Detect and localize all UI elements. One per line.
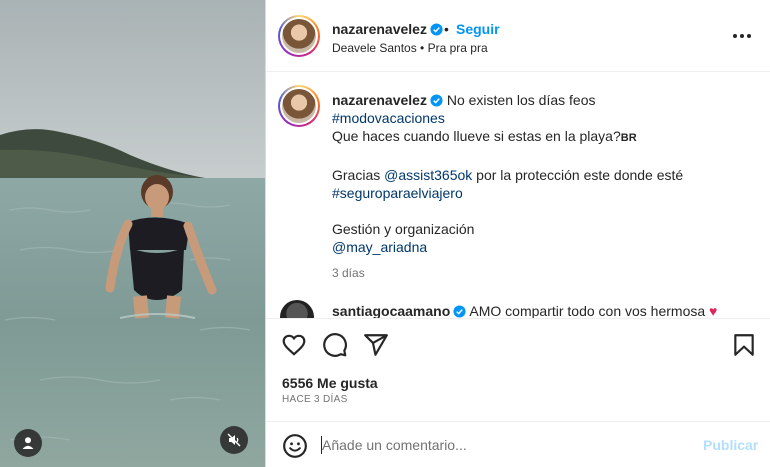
action-bar: [266, 318, 770, 368]
author-username[interactable]: nazarenavelez: [332, 21, 443, 37]
caption-author-avatar[interactable]: [278, 85, 320, 127]
post-details-panel: nazarenavelez • Seguir Deavele Santos • …: [265, 0, 770, 467]
heart-icon[interactable]: [281, 332, 307, 358]
caption-username[interactable]: nazarenavelez: [332, 92, 427, 108]
post-timestamp[interactable]: HACE 3 DÍAS: [282, 394, 348, 405]
beach-video-frame: [0, 0, 265, 467]
emoji-icon[interactable]: [282, 433, 308, 459]
verified-badge-icon: [430, 94, 443, 107]
post-comment-button[interactable]: Publicar: [703, 437, 758, 453]
caption-timestamp[interactable]: 3 días: [332, 264, 752, 282]
comment-item: santiagocaamano AMO compartir todo con v…: [332, 303, 762, 318]
hashtag-link[interactable]: #modovacaciones: [332, 110, 445, 126]
caption-line-1: No existen los días feos: [446, 92, 596, 108]
caption-thanks-suffix: por la protección este donde esté: [476, 166, 684, 183]
follow-button[interactable]: Seguir: [456, 21, 500, 37]
brazil-flag-emoji: BR: [620, 132, 637, 145]
heart-emoji: ♥: [709, 303, 718, 318]
bookmark-icon[interactable]: [731, 332, 757, 358]
comment-composer: Publicar: [266, 421, 770, 467]
comment-text: AMO compartir todo con vos hermosa: [469, 303, 706, 318]
post-header: nazarenavelez • Seguir Deavele Santos • …: [266, 0, 770, 72]
caption-thanks-prefix: Gracias: [332, 166, 381, 183]
user-tag-button[interactable]: [14, 429, 42, 457]
hashtag-link[interactable]: #seguroparaelviajero: [332, 185, 463, 201]
likes-count[interactable]: 6556 Me gusta: [282, 375, 378, 391]
verified-badge-icon: [430, 23, 443, 36]
mention-link[interactable]: @assist365ok: [384, 167, 472, 183]
user-icon: [22, 437, 34, 449]
post-media[interactable]: [0, 0, 265, 467]
send-icon[interactable]: [363, 332, 389, 358]
author-avatar[interactable]: [278, 15, 320, 57]
comment-icon[interactable]: [322, 332, 348, 358]
commenter-username[interactable]: santiagocaamano: [332, 303, 450, 318]
comment-input[interactable]: [322, 434, 682, 456]
verified-badge-icon: [453, 305, 466, 318]
caption-management: Gestión y organización: [332, 221, 475, 238]
muted-speaker-icon: [227, 433, 241, 447]
mute-button[interactable]: [220, 426, 248, 454]
commenter-avatar[interactable]: [280, 300, 314, 318]
mention-link[interactable]: @may_ariadna: [332, 239, 427, 255]
caption-line-2: Que haces cuando llueve si estas en la p…: [332, 128, 621, 145]
post-caption: nazarenavelez No existen los días feos #…: [332, 91, 752, 283]
location-line[interactable]: Deavele Santos • Pra pra pra: [332, 41, 488, 55]
more-options-icon[interactable]: [732, 28, 752, 44]
header-separator: •: [444, 21, 449, 37]
comments-list[interactable]: nazarenavelez No existen los días feos #…: [266, 73, 770, 318]
